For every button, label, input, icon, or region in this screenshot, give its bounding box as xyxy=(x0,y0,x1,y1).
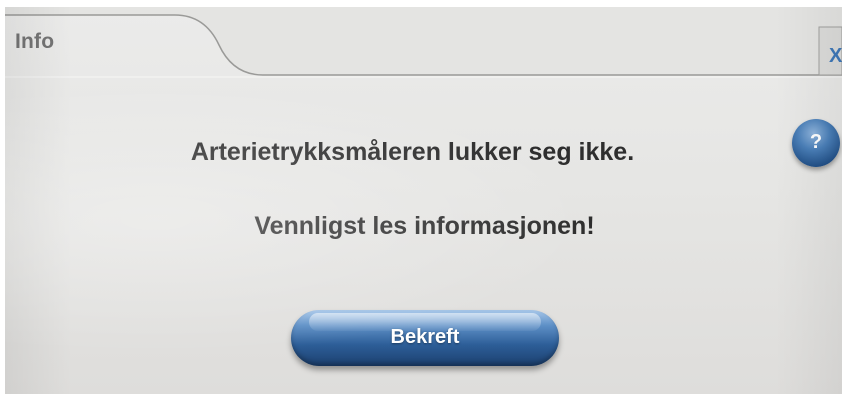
dialog-title-tab[interactable]: Info xyxy=(15,30,54,54)
close-icon[interactable]: X xyxy=(829,45,842,68)
message-line-1: Arterietrykksmåleren lukker seg ikke. xyxy=(190,138,635,166)
dialog-header xyxy=(5,7,842,78)
confirm-button[interactable]: Bekreft xyxy=(291,310,559,366)
screen: Info X Arterietrykksmåleren lukker seg i… xyxy=(0,0,842,394)
message-line-2: Vennligst les informasjonen! xyxy=(254,212,595,240)
info-dialog: Info X Arterietrykksmåleren lukker seg i… xyxy=(5,7,842,394)
question-mark-icon: ? xyxy=(809,131,823,153)
confirm-button-label: Bekreft xyxy=(390,326,460,348)
help-button[interactable]: ? xyxy=(792,119,840,167)
